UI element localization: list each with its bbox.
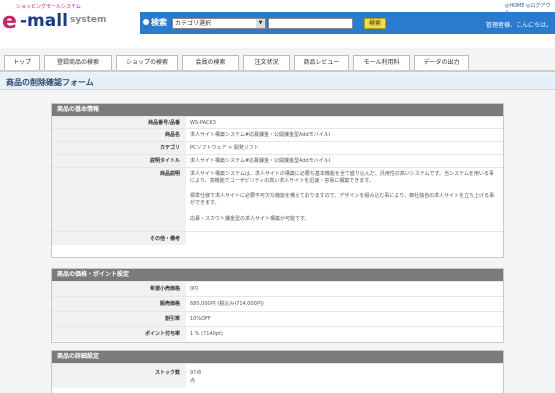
table-row: 商品名 求人サイト構築システム#応募課金・公開課金型AddモバイルI <box>52 128 503 141</box>
tab-shop-search[interactable]: ショップの検索 <box>116 55 178 70</box>
row-label: 販売価格 <box>52 297 186 311</box>
row-value: 0円 <box>190 286 199 292</box>
section-basic-info: 商品の基本情報 商品番号/品番 WS-PACK3 商品名 求人サイト構築システム… <box>51 103 504 258</box>
search-button[interactable]: 検索 <box>364 18 386 29</box>
tab-mall-fees[interactable]: モール利用料 <box>353 55 410 70</box>
tab-reviews[interactable]: 商品レビュー <box>294 55 349 70</box>
section-title: 商品の詳細設定 <box>52 351 503 363</box>
tab-data-export[interactable]: データの出力 <box>414 55 469 70</box>
header: ショッピングモールシステム e -mall system ◎HOME ◎ログアウ… <box>0 0 555 48</box>
description-paragraph-1: 求人サイト構築システムは、求人サイトの構築に必要な基本機能を全て盛り込んだ、汎用… <box>190 171 494 184</box>
table-row: カテゴリ PCソフトウェア > 開発ソフト <box>52 141 503 154</box>
tab-top[interactable]: トップ <box>4 55 40 70</box>
tab-divider <box>0 70 555 72</box>
row-label: カテゴリ <box>52 142 186 154</box>
description-paragraph-3: 応募・スカウト課金型の求人サイト構築が可能です。 <box>190 216 310 222</box>
search-label: 検索 <box>151 18 167 27</box>
brand-logo-e[interactable]: e <box>2 9 17 34</box>
row-label: 割引率 <box>52 312 186 326</box>
table-row: ポイント付与率 1 % (7140pt) <box>52 326 503 341</box>
table-row: 販売価格 680,000円 (税込み)714,000円) <box>52 296 503 311</box>
row-label: ストック数 <box>52 364 186 388</box>
tab-product-search[interactable]: 登録商品の検索 <box>44 55 112 70</box>
table-row: 割引率 10%OFF <box>52 311 503 326</box>
stock-value: 97点 <box>190 370 202 376</box>
row-label: 商品説明 <box>52 168 186 231</box>
chevron-down-icon: ▼ <box>256 19 265 28</box>
row-label: ポイント付与率 <box>52 327 186 341</box>
row-label: その他・備考 <box>52 232 186 245</box>
row-value: 求人サイト構築システムは、求人サイトの構築に必要な基本機能を全て盛り込んだ、汎用… <box>186 168 503 223</box>
brand-logo-system: system <box>70 15 107 25</box>
table-row: 説明タイトル 求人サイト構築システム#応募課金・公開課金型AddモバイルI <box>52 154 503 167</box>
row-value: 10%OFF <box>190 316 211 322</box>
greeting: 管理者様、こんにちは。 <box>486 22 553 29</box>
row-label: 説明タイトル <box>52 155 186 167</box>
brand-subtitle: ショッピングモールシステム <box>16 4 81 10</box>
row-label: 希望小売価格 <box>52 282 186 296</box>
brand-logo-mall[interactable]: -mall <box>20 11 68 31</box>
section-title: 商品の価格・ポイント設定 <box>52 269 503 281</box>
table-row: 商品番号/品番 WS-PACK3 <box>52 116 503 128</box>
row-label: 商品名 <box>52 129 186 141</box>
table-row: 商品説明 求人サイト構築システムは、求人サイトの構築に必要な基本機能を全て盛り込… <box>52 167 503 231</box>
page-title: 商品の削除確認フォーム <box>6 78 94 87</box>
row-value: 1 % (7140pt) <box>190 331 223 337</box>
row-label: 商品番号/品番 <box>52 117 186 128</box>
category-select[interactable]: カテゴリ選択 ▼ <box>172 18 266 29</box>
search-icon <box>143 19 149 25</box>
tab-orders[interactable]: 注文状況 <box>243 55 290 70</box>
table-row: 希望小売価格 0円 <box>52 281 503 296</box>
stock-unit: 点 <box>190 378 196 384</box>
category-select-value: カテゴリ選択 <box>175 20 212 27</box>
description-paragraph-2: 標準仕様で求人サイトに必要不可欠な機能を備えておりますので、デザインを組み込む事… <box>190 193 495 206</box>
search-input[interactable] <box>268 18 353 29</box>
row-value: 97点 点 <box>186 364 503 385</box>
row-value: 680,000円 (税込み)714,000円) <box>190 301 264 307</box>
section-title: 商品の基本情報 <box>52 104 503 116</box>
table-row: その他・備考 <box>52 231 503 245</box>
section-detail: 商品の詳細設定 ストック数 97点 点 <box>51 350 504 393</box>
table-row: ストック数 97点 点 <box>52 363 503 388</box>
section-price: 商品の価格・ポイント設定 希望小売価格 0円 販売価格 680,000円 (税込… <box>51 268 504 343</box>
tab-member-search[interactable]: 会員の検索 <box>182 55 239 70</box>
